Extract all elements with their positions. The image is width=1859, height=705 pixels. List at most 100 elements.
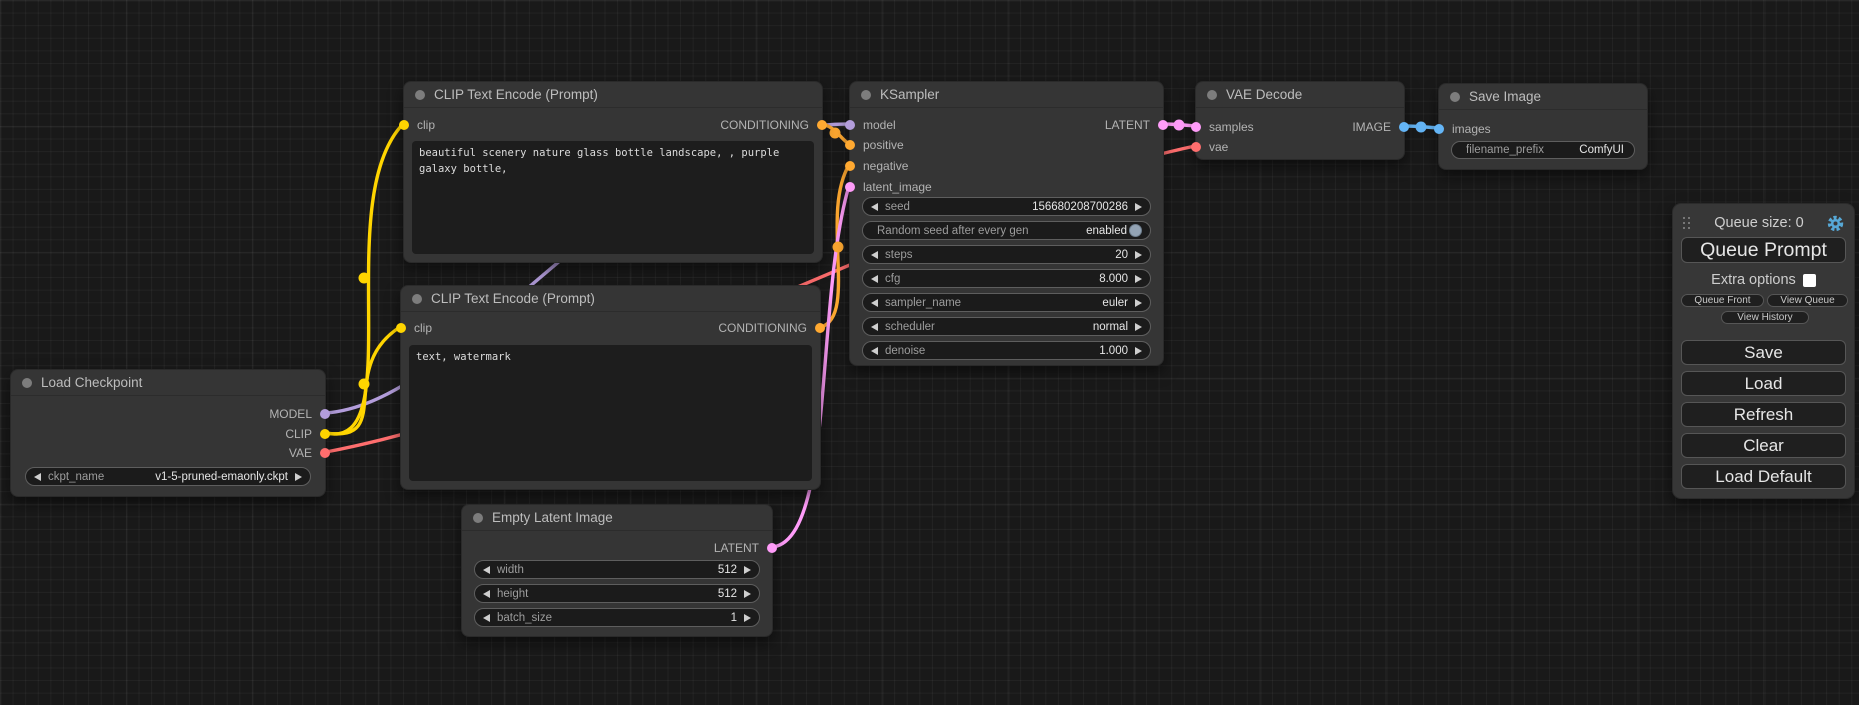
clip-port-icon[interactable]: [320, 429, 330, 439]
node-load-checkpoint[interactable]: Load Checkpoint MODEL CLIP VAE ckpt_name…: [10, 369, 326, 497]
node-header[interactable]: CLIP Text Encode (Prompt): [404, 82, 822, 108]
load-default-button[interactable]: Load Default: [1681, 464, 1846, 489]
node-empty-latent-image[interactable]: Empty Latent Image LATENT width 512 heig…: [461, 504, 773, 637]
view-queue-button[interactable]: View Queue: [1767, 294, 1848, 307]
collapse-dot-icon[interactable]: [22, 378, 32, 388]
link-midpoint-dot: [1416, 122, 1427, 133]
model-port-icon[interactable]: [845, 120, 855, 130]
latent-port-icon[interactable]: [845, 182, 855, 192]
queue-panel: Queue size: 0 Queue Prompt Extra options…: [1672, 203, 1855, 499]
increment-arrow-icon[interactable]: [744, 566, 751, 574]
widget-sampler-name[interactable]: sampler_name euler: [862, 293, 1151, 312]
decrement-arrow-icon[interactable]: [483, 566, 490, 574]
increment-arrow-icon[interactable]: [1135, 347, 1142, 355]
decrement-arrow-icon[interactable]: [483, 614, 490, 622]
node-title: KSampler: [880, 87, 939, 102]
widget-batch-size[interactable]: batch_size 1: [474, 608, 760, 627]
output-image: IMAGE: [1352, 117, 1404, 137]
collapse-dot-icon[interactable]: [861, 90, 871, 100]
node-header[interactable]: KSampler: [850, 82, 1163, 108]
vae-port-icon[interactable]: [1191, 142, 1201, 152]
widget-width[interactable]: width 512: [474, 560, 760, 579]
image-port-icon[interactable]: [1434, 124, 1444, 134]
link-midpoint-dot: [1174, 120, 1185, 131]
increment-arrow-icon[interactable]: [1135, 299, 1142, 307]
node-save-image[interactable]: Save Image images filename_prefix ComfyU…: [1438, 83, 1648, 170]
collapse-dot-icon[interactable]: [412, 294, 422, 304]
decrement-arrow-icon[interactable]: [871, 275, 878, 283]
latent-port-icon[interactable]: [1158, 120, 1168, 130]
node-header[interactable]: CLIP Text Encode (Prompt): [401, 286, 820, 312]
link-midpoint-dot: [833, 242, 844, 253]
increment-arrow-icon[interactable]: [744, 590, 751, 598]
node-graph-canvas[interactable]: Load Checkpoint MODEL CLIP VAE ckpt_name…: [0, 0, 1859, 705]
node-ksampler[interactable]: KSampler model positive negative latent_…: [849, 81, 1164, 366]
model-port-icon[interactable]: [320, 409, 330, 419]
latent-port-icon[interactable]: [767, 543, 777, 553]
node-header[interactable]: Load Checkpoint: [11, 370, 325, 396]
decrement-arrow-icon[interactable]: [871, 347, 878, 355]
node-header[interactable]: VAE Decode: [1196, 82, 1404, 108]
widget-filename-prefix[interactable]: filename_prefix ComfyUI: [1451, 141, 1635, 159]
conditioning-port-icon[interactable]: [815, 323, 825, 333]
conditioning-port-icon[interactable]: [817, 120, 827, 130]
increment-arrow-icon[interactable]: [744, 614, 751, 622]
clip-port-icon[interactable]: [399, 120, 409, 130]
node-vae-decode[interactable]: VAE Decode samples vae IMAGE: [1195, 81, 1405, 160]
vae-port-icon[interactable]: [320, 448, 330, 458]
input-negative: negative: [850, 156, 908, 176]
refresh-button[interactable]: Refresh: [1681, 402, 1846, 427]
output-latent: LATENT: [1105, 115, 1163, 135]
widget-seed[interactable]: seed 156680208700286: [862, 197, 1151, 216]
node-header[interactable]: Save Image: [1439, 84, 1647, 110]
toggle-dot-icon[interactable]: [1129, 224, 1142, 237]
increment-arrow-icon[interactable]: [1135, 275, 1142, 283]
queue-front-button[interactable]: Queue Front: [1681, 294, 1764, 307]
drag-handle-icon[interactable]: [1683, 217, 1691, 230]
increment-arrow-icon[interactable]: [1135, 203, 1142, 211]
queue-prompt-button[interactable]: Queue Prompt: [1681, 237, 1846, 263]
decrement-arrow-icon[interactable]: [34, 473, 41, 481]
extra-options-checkbox[interactable]: [1803, 274, 1816, 287]
widget-scheduler[interactable]: scheduler normal: [862, 317, 1151, 336]
node-clip-text-encode-positive[interactable]: CLIP Text Encode (Prompt) clip CONDITION…: [403, 81, 823, 263]
increment-arrow-icon[interactable]: [1135, 251, 1142, 259]
view-history-button[interactable]: View History: [1721, 311, 1809, 324]
node-header[interactable]: Empty Latent Image: [462, 505, 772, 531]
image-port-icon[interactable]: [1399, 122, 1409, 132]
decrement-arrow-icon[interactable]: [871, 251, 878, 259]
decrement-arrow-icon[interactable]: [871, 299, 878, 307]
widget-height[interactable]: height 512: [474, 584, 760, 603]
prompt-textarea[interactable]: text, watermark: [409, 345, 812, 481]
widget-cfg[interactable]: cfg 8.000: [862, 269, 1151, 288]
increment-arrow-icon[interactable]: [1135, 323, 1142, 331]
prompt-textarea[interactable]: beautiful scenery nature glass bottle la…: [412, 141, 814, 254]
output-clip: CLIP: [285, 424, 325, 444]
collapse-dot-icon[interactable]: [473, 513, 483, 523]
save-button[interactable]: Save: [1681, 340, 1846, 365]
output-model: MODEL: [269, 404, 325, 424]
widget-denoise[interactable]: denoise 1.000: [862, 341, 1151, 360]
widget-random-seed-toggle[interactable]: Random seed after every gen enabled: [862, 221, 1151, 240]
settings-gear-icon[interactable]: [1827, 215, 1844, 232]
wire-clip-positive: [326, 124, 403, 434]
collapse-dot-icon[interactable]: [415, 90, 425, 100]
decrement-arrow-icon[interactable]: [871, 323, 878, 331]
widget-ckpt-name[interactable]: ckpt_name v1-5-pruned-emaonly.ckpt: [25, 467, 311, 486]
decrement-arrow-icon[interactable]: [483, 590, 490, 598]
clear-button[interactable]: Clear: [1681, 433, 1846, 458]
increment-arrow-icon[interactable]: [295, 473, 302, 481]
widget-steps[interactable]: steps 20: [862, 245, 1151, 264]
latent-port-icon[interactable]: [1191, 122, 1201, 132]
load-button[interactable]: Load: [1681, 371, 1846, 396]
collapse-dot-icon[interactable]: [1450, 92, 1460, 102]
output-conditioning: CONDITIONING: [718, 318, 820, 338]
link-midpoint-dot: [830, 128, 841, 139]
node-clip-text-encode-negative[interactable]: CLIP Text Encode (Prompt) clip CONDITION…: [400, 285, 821, 490]
input-clip: clip: [401, 318, 432, 338]
decrement-arrow-icon[interactable]: [871, 203, 878, 211]
conditioning-port-icon[interactable]: [845, 140, 855, 150]
conditioning-port-icon[interactable]: [845, 161, 855, 171]
clip-port-icon[interactable]: [396, 323, 406, 333]
collapse-dot-icon[interactable]: [1207, 90, 1217, 100]
